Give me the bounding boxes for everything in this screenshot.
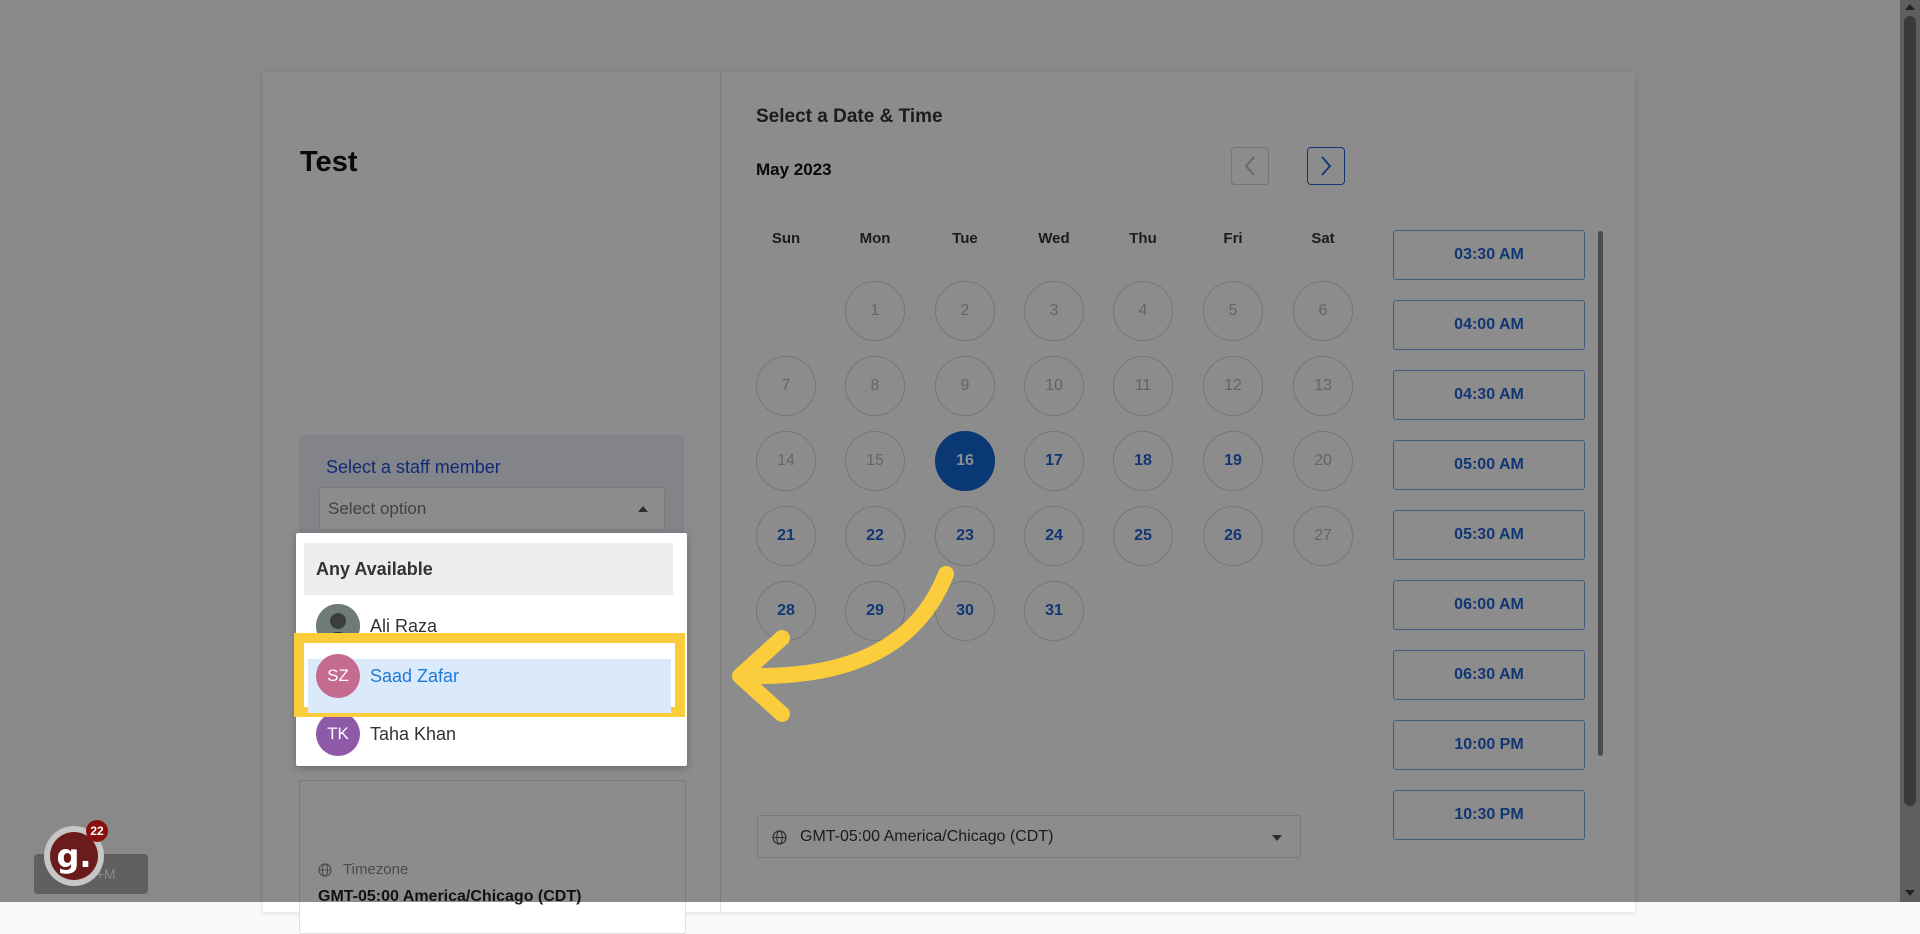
scroll-up-icon[interactable]: [1905, 4, 1915, 10]
notification-count-badge: 22: [86, 820, 108, 842]
option-label: Saad Zafar: [370, 666, 460, 686]
scroll-down-icon[interactable]: [1905, 890, 1915, 896]
page-scrollbar[interactable]: [1900, 0, 1920, 902]
avatar: SZ: [316, 654, 360, 698]
option-label: Any Available: [316, 559, 433, 579]
option-label: Taha Khan: [370, 724, 457, 744]
guide-arrow-icon: [732, 566, 954, 722]
dim-overlay: [0, 0, 1920, 902]
option-saad-zafar[interactable]: [308, 659, 671, 713]
avatar: TK: [316, 712, 360, 756]
option-any-available[interactable]: Any Available: [304, 543, 673, 595]
scroll-thumb[interactable]: [1904, 16, 1916, 806]
